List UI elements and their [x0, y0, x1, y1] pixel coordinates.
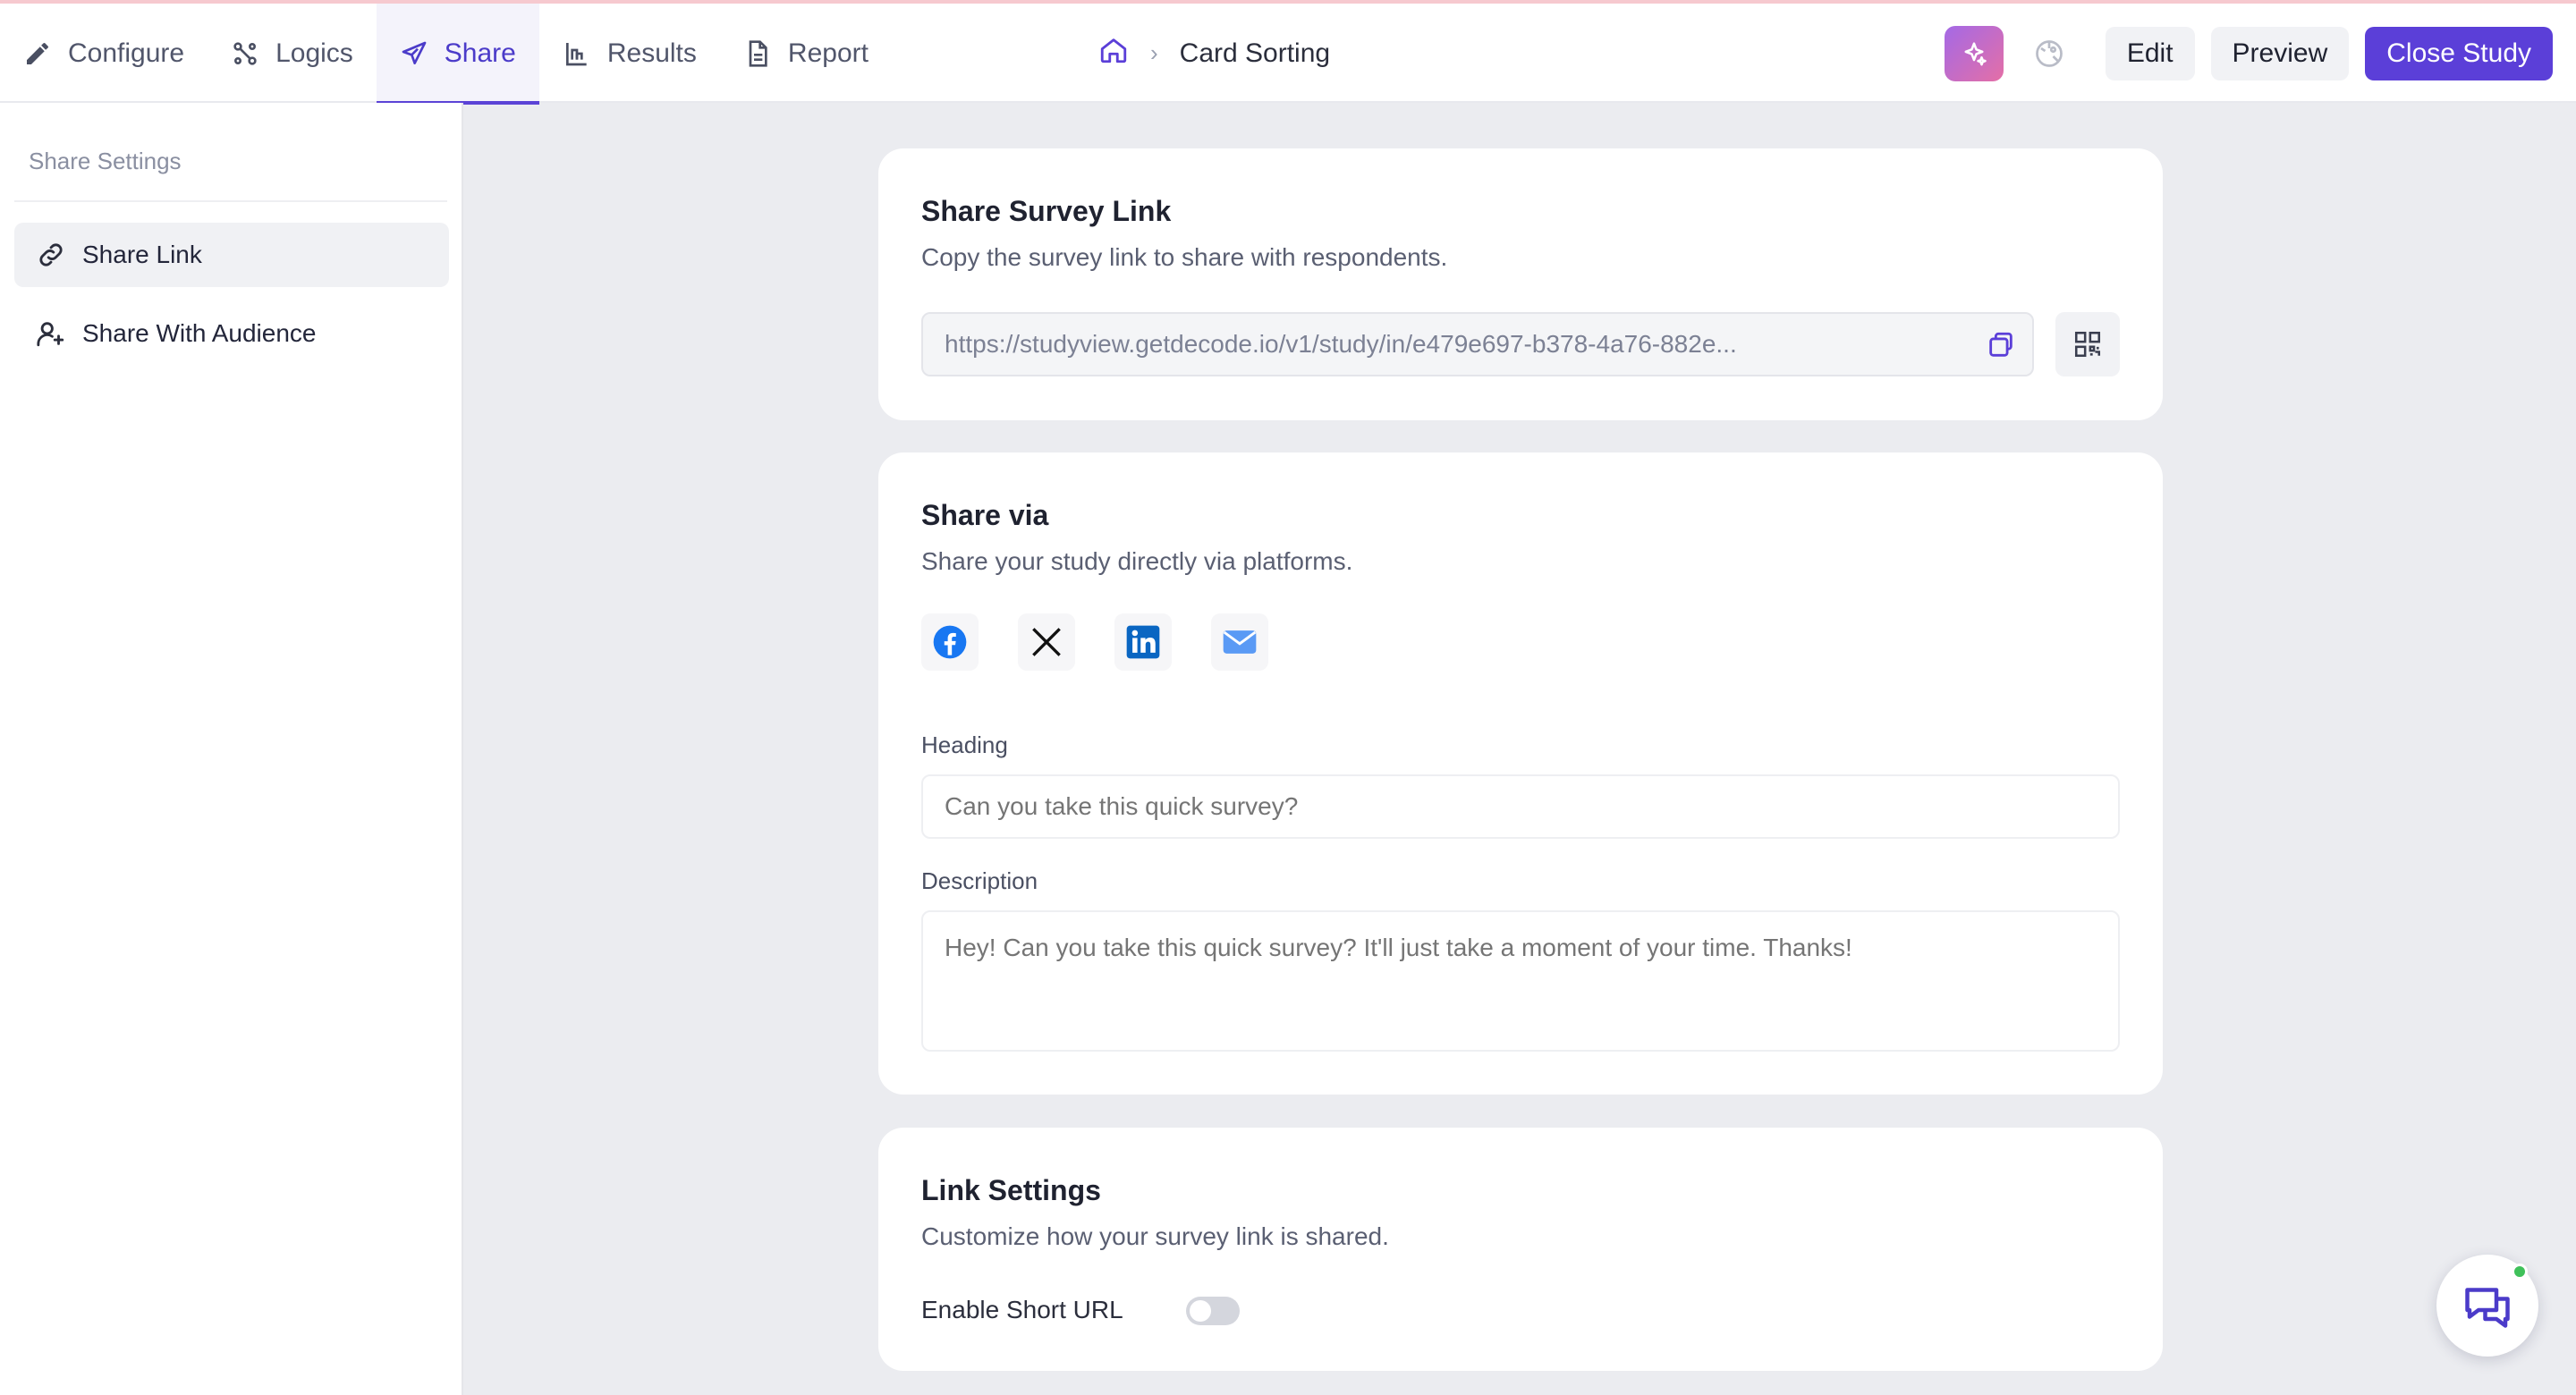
card-subtitle: Copy the survey link to share with respo…: [921, 243, 1448, 271]
tab-logics[interactable]: Logics: [208, 4, 377, 103]
description-textarea[interactable]: [921, 910, 2120, 1052]
short-url-toggle[interactable]: [1186, 1297, 1240, 1325]
sparkle-icon: [1964, 41, 1987, 65]
results-icon: [565, 42, 587, 65]
card-title: Link Settings: [921, 1174, 1101, 1206]
qr-code-icon: [2074, 331, 2101, 358]
facebook-button[interactable]: [921, 613, 979, 671]
tab-label: Results: [606, 38, 697, 68]
survey-link-field[interactable]: https://studyview.getdecode.io/v1/study/…: [921, 312, 2034, 376]
breadcrumb-current: Card Sorting: [1179, 38, 1331, 68]
close-study-button[interactable]: Close Study: [2365, 26, 2553, 80]
theme-button[interactable]: [2020, 26, 2079, 81]
tab-label: Report: [787, 38, 869, 68]
preview-button[interactable]: Preview: [2210, 26, 2350, 80]
tab-label: Logics: [275, 38, 353, 68]
share-via-card: Share via Share your study directly via …: [878, 452, 2163, 1095]
chat-button[interactable]: [2436, 1255, 2538, 1357]
sidebar-item-share-with-audience[interactable]: Share With Audience: [14, 301, 449, 366]
online-indicator: [2512, 1264, 2528, 1280]
ai-assist-button[interactable]: [1944, 25, 2004, 81]
chevron-right-icon: ›: [1150, 39, 1158, 66]
sidebar: Share Settings Share Link Share With Aud…: [0, 103, 463, 1395]
card-title: Share via: [921, 499, 1049, 531]
link-settings-card: Link Settings Customize how your survey …: [878, 1128, 2163, 1371]
pencil-icon: [27, 42, 48, 64]
user-plus-icon: [37, 322, 64, 347]
qr-code-button[interactable]: [2055, 312, 2120, 376]
top-bar: Configure Logics Share Results Report › …: [0, 0, 2576, 105]
sidebar-item-share-link[interactable]: Share Link: [14, 223, 449, 287]
tab-share[interactable]: Share: [376, 4, 539, 105]
send-icon: [402, 41, 427, 64]
email-icon: [1223, 630, 1257, 654]
copy-icon[interactable]: [1986, 330, 2016, 360]
linkedin-icon: [1126, 625, 1160, 659]
x-icon: [1032, 628, 1061, 656]
short-url-label: Enable Short URL: [921, 1296, 1123, 1323]
tab-report[interactable]: Report: [720, 4, 892, 103]
description-label: Description: [921, 867, 1038, 894]
survey-link-text: https://studyview.getdecode.io/v1/study/…: [945, 330, 1737, 358]
sidebar-title: Share Settings: [29, 148, 182, 174]
linkedin-button[interactable]: [1114, 613, 1172, 671]
heading-label: Heading: [921, 731, 1008, 758]
share-link-card: Share Survey Link Copy the survey link t…: [878, 148, 2163, 420]
tab-label: Share: [444, 38, 516, 68]
main-nav: Configure Logics Share Results Report: [0, 4, 892, 105]
chat-icon: [2465, 1288, 2510, 1328]
tab-configure[interactable]: Configure: [0, 4, 208, 103]
email-button[interactable]: [1211, 613, 1268, 671]
card-subtitle: Share your study directly via platforms.: [921, 547, 1353, 575]
tab-results[interactable]: Results: [539, 4, 720, 103]
palette-icon: [2035, 39, 2063, 67]
breadcrumb: › Card Sorting: [1098, 4, 1330, 103]
link-icon: [39, 243, 63, 266]
home-icon[interactable]: [1098, 35, 1129, 72]
sidebar-item-label: Share With Audience: [82, 319, 317, 347]
card-title: Share Survey Link: [921, 195, 1172, 227]
card-subtitle: Customize how your survey link is shared…: [921, 1222, 1389, 1250]
document-icon: [749, 39, 767, 67]
facebook-icon: [933, 625, 967, 659]
tab-label: Configure: [68, 38, 185, 68]
logic-icon: [233, 41, 257, 65]
heading-input[interactable]: [921, 774, 2120, 839]
header-actions: Edit Preview Close Study: [1944, 4, 2553, 103]
sidebar-item-label: Share Link: [82, 241, 202, 268]
x-button[interactable]: [1018, 613, 1075, 671]
edit-button[interactable]: Edit: [2105, 26, 2195, 80]
divider: [14, 200, 447, 202]
